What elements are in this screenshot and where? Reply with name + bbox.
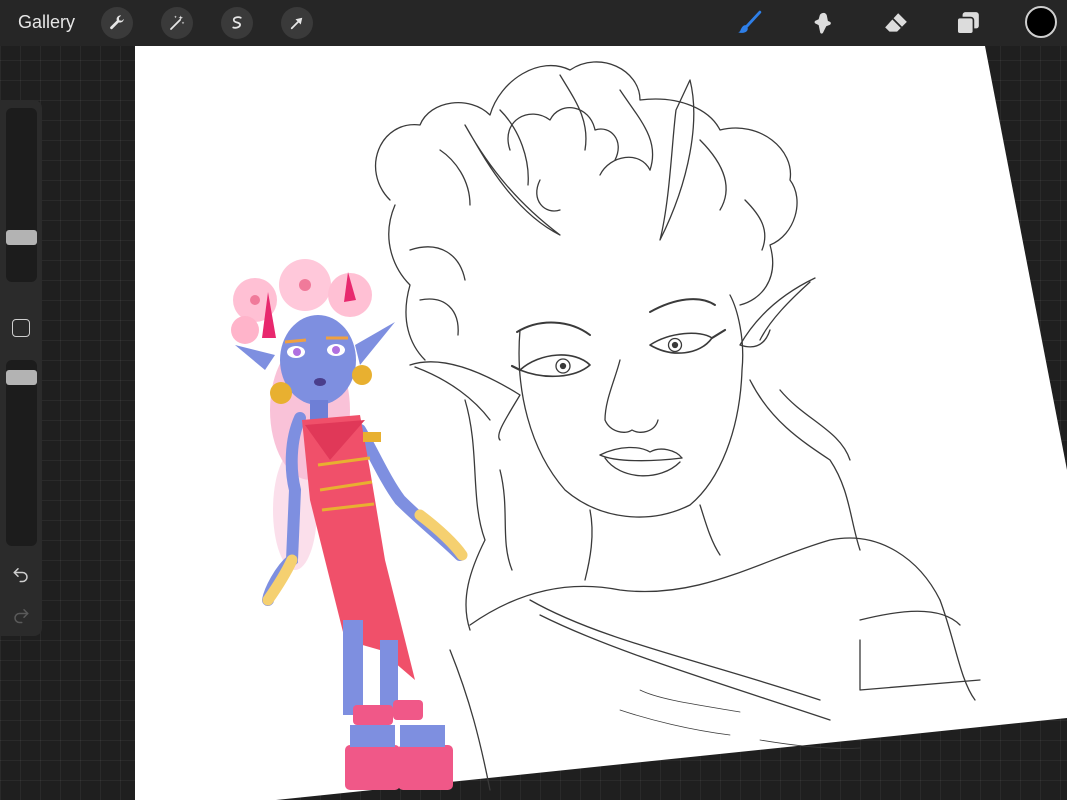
canvas-area [0, 0, 1067, 800]
drawing-canvas[interactable] [0, 0, 1067, 800]
